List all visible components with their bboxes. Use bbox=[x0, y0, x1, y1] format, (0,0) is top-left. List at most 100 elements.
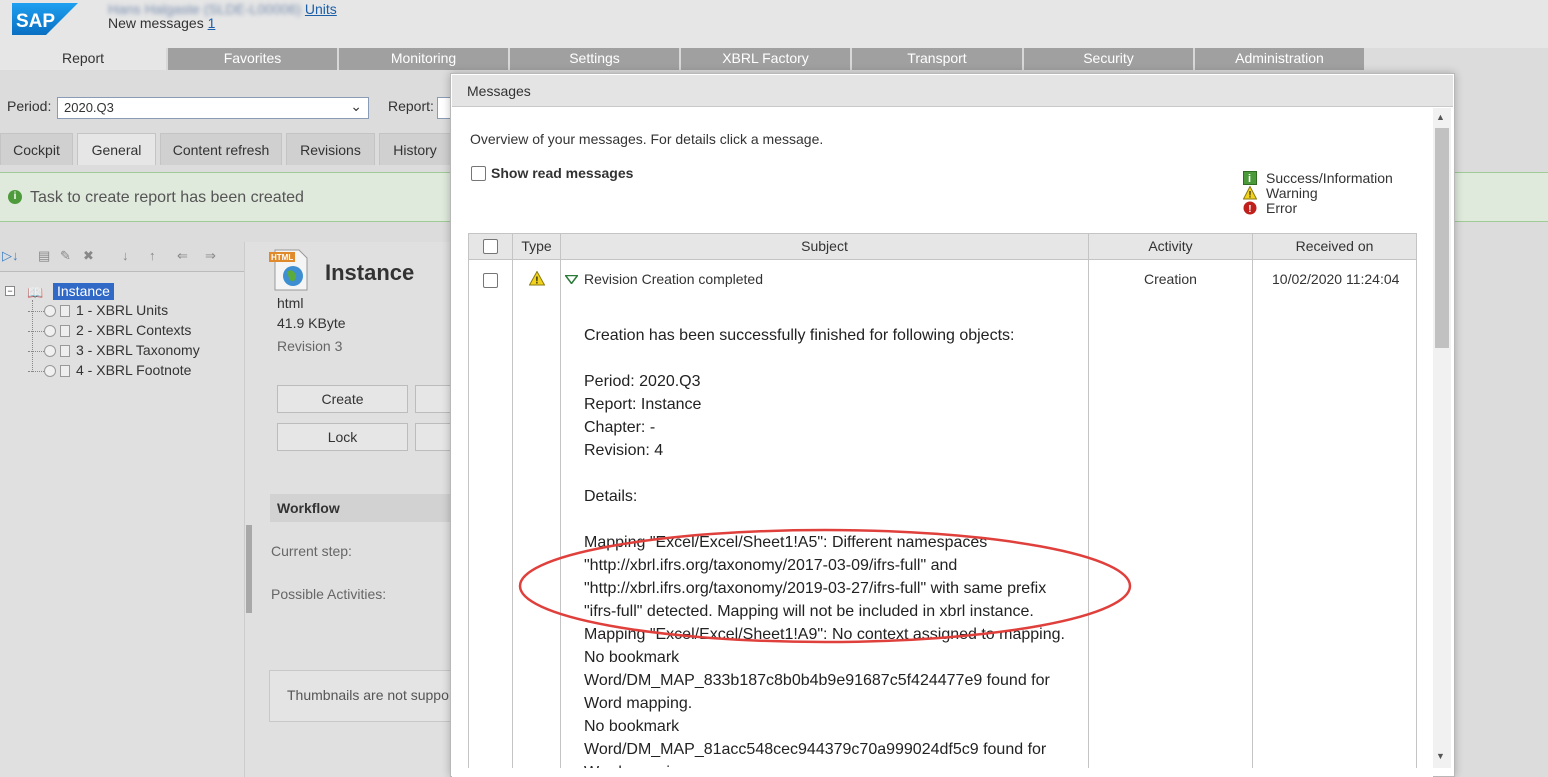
info-icon: i bbox=[1243, 171, 1257, 185]
message-activity: Creation bbox=[1144, 271, 1197, 287]
splitter-handle[interactable] bbox=[246, 525, 252, 613]
tab-cockpit[interactable]: Cockpit bbox=[0, 133, 73, 165]
edit-icon[interactable]: ✎ bbox=[60, 248, 71, 264]
app-header: SAP Hans Halgaste (SLDE-L00006) Units Ne… bbox=[0, 0, 1548, 48]
column-header-subject[interactable]: Subject bbox=[560, 233, 1089, 260]
select-all-checkbox[interactable] bbox=[483, 239, 498, 254]
tree-item[interactable]: 3 - XBRL Taxonomy bbox=[28, 342, 200, 358]
legend-success: Success/Information bbox=[1266, 170, 1393, 186]
nav-tab-transport[interactable]: Transport bbox=[850, 48, 1022, 70]
info-icon: i bbox=[8, 190, 22, 204]
show-read-checkbox[interactable] bbox=[471, 166, 486, 181]
scroll-up-icon[interactable]: ▲ bbox=[1436, 112, 1445, 122]
column-divider bbox=[560, 260, 561, 768]
column-divider bbox=[468, 260, 469, 768]
period-label: Period: bbox=[7, 98, 52, 114]
column-header-activity[interactable]: Activity bbox=[1088, 233, 1253, 260]
svg-text:SAP: SAP bbox=[16, 11, 55, 32]
move-up-icon[interactable]: ↑ bbox=[149, 248, 156, 263]
message-subject[interactable]: Revision Creation completed bbox=[584, 271, 763, 287]
tree-item[interactable]: 2 - XBRL Contexts bbox=[28, 322, 191, 338]
show-read-label: Show read messages bbox=[491, 165, 634, 181]
tree-connector bbox=[28, 370, 44, 372]
svg-text:!: ! bbox=[1249, 190, 1252, 200]
expand-all-icon[interactable]: ▷↓ bbox=[2, 248, 19, 264]
error-icon: ! bbox=[1243, 201, 1257, 215]
detail-report: Report: Instance bbox=[584, 396, 702, 413]
row-checkbox[interactable] bbox=[483, 273, 498, 288]
nav-tab-report[interactable]: Report bbox=[0, 48, 166, 70]
legend-warning: Warning bbox=[1266, 185, 1318, 201]
dialog-title-bar[interactable] bbox=[452, 75, 1453, 107]
document-icon bbox=[60, 305, 70, 318]
secondary-button[interactable] bbox=[415, 385, 455, 413]
tab-history[interactable]: History bbox=[379, 133, 451, 165]
scrollbar-thumb[interactable] bbox=[1435, 128, 1449, 348]
detail-bookmark-line: Word mapping. bbox=[584, 695, 693, 712]
nav-tab-administration[interactable]: Administration bbox=[1193, 48, 1364, 70]
period-select[interactable]: 2020.Q3 ⌄ bbox=[57, 97, 369, 119]
workflow-header: Workflow bbox=[270, 494, 454, 522]
create-button[interactable]: Create bbox=[277, 385, 408, 413]
legend-error: Error bbox=[1266, 200, 1298, 216]
book-icon: 📖 bbox=[27, 285, 44, 300]
expand-triangle-icon[interactable] bbox=[565, 275, 578, 284]
tree-item-label: 4 - XBRL Footnote bbox=[76, 362, 192, 378]
main-nav: Report Favorites Monitoring Settings XBR… bbox=[0, 48, 1548, 70]
status-radio-icon bbox=[44, 365, 56, 378]
secondary-button[interactable] bbox=[415, 423, 455, 451]
nav-tab-monitoring[interactable]: Monitoring bbox=[337, 48, 508, 70]
tab-content-refresh[interactable]: Content refresh bbox=[160, 133, 282, 165]
document-icon bbox=[60, 345, 70, 358]
scroll-down-icon[interactable]: ▼ bbox=[1436, 751, 1445, 761]
new-messages-count-link[interactable]: 1 bbox=[208, 15, 216, 31]
tree-item[interactable]: 4 - XBRL Footnote bbox=[28, 362, 191, 378]
detail-bookmark-line: Word/DM_MAP_81acc548cec944379c70a999024d… bbox=[584, 741, 1047, 758]
nav-tab-favorites[interactable]: Favorites bbox=[166, 48, 337, 70]
period-value: 2020.Q3 bbox=[64, 100, 114, 115]
detail-bookmark-line: No bookmark bbox=[584, 718, 680, 735]
new-messages-label: New messages bbox=[108, 15, 204, 31]
tree-item-label: 1 - XBRL Units bbox=[76, 302, 169, 318]
tab-revisions[interactable]: Revisions bbox=[286, 133, 375, 165]
dialog-title: Messages bbox=[467, 83, 531, 99]
document-icon bbox=[60, 365, 70, 378]
detail-size: 41.9 KByte bbox=[277, 315, 346, 331]
tree-item-label: 2 - XBRL Contexts bbox=[76, 322, 192, 338]
html-file-icon: HTML bbox=[269, 249, 308, 291]
column-header-type[interactable]: Type bbox=[512, 233, 561, 260]
tree-item[interactable]: 1 - XBRL Units bbox=[28, 302, 168, 318]
units-link[interactable]: Units bbox=[305, 1, 337, 17]
tree-item-label: 3 - XBRL Taxonomy bbox=[76, 342, 200, 358]
detail-line: Creation has been successfully finished … bbox=[584, 327, 1015, 344]
nav-tab-settings[interactable]: Settings bbox=[508, 48, 679, 70]
lock-button[interactable]: Lock bbox=[277, 423, 408, 451]
move-right-icon[interactable]: ⇒ bbox=[205, 248, 216, 264]
delete-icon[interactable]: ✖ bbox=[83, 248, 94, 264]
move-down-icon[interactable]: ↓ bbox=[122, 248, 129, 263]
svg-text:i: i bbox=[1248, 173, 1251, 185]
dialog-intro: Overview of your messages. For details c… bbox=[470, 131, 824, 147]
move-left-icon[interactable]: ⇐ bbox=[177, 248, 188, 264]
column-header-received[interactable]: Received on bbox=[1252, 233, 1417, 260]
tree-root-label[interactable]: Instance bbox=[53, 283, 114, 300]
select-all-header bbox=[468, 233, 513, 260]
highlight-ellipse bbox=[518, 528, 1132, 644]
nav-tab-security[interactable]: Security bbox=[1022, 48, 1193, 70]
properties-icon[interactable]: ▤ bbox=[38, 248, 50, 264]
pane-splitter[interactable] bbox=[244, 242, 254, 777]
collapse-icon[interactable]: − bbox=[5, 286, 15, 296]
status-radio-icon bbox=[44, 345, 56, 358]
nav-tab-xbrl-factory[interactable]: XBRL Factory bbox=[679, 48, 850, 70]
detail-period: Period: 2020.Q3 bbox=[584, 373, 701, 390]
tree-connector bbox=[28, 350, 44, 352]
column-divider bbox=[1416, 260, 1417, 768]
tab-general[interactable]: General bbox=[77, 133, 156, 165]
tree-connector bbox=[28, 310, 44, 312]
detail-bookmark-line: Word mapping. bbox=[584, 761, 692, 768]
report-label: Report: bbox=[388, 98, 434, 114]
column-divider bbox=[512, 260, 513, 768]
detail-revision: Revision: 4 bbox=[584, 442, 664, 459]
column-divider bbox=[1252, 260, 1253, 768]
column-divider bbox=[1088, 260, 1089, 768]
